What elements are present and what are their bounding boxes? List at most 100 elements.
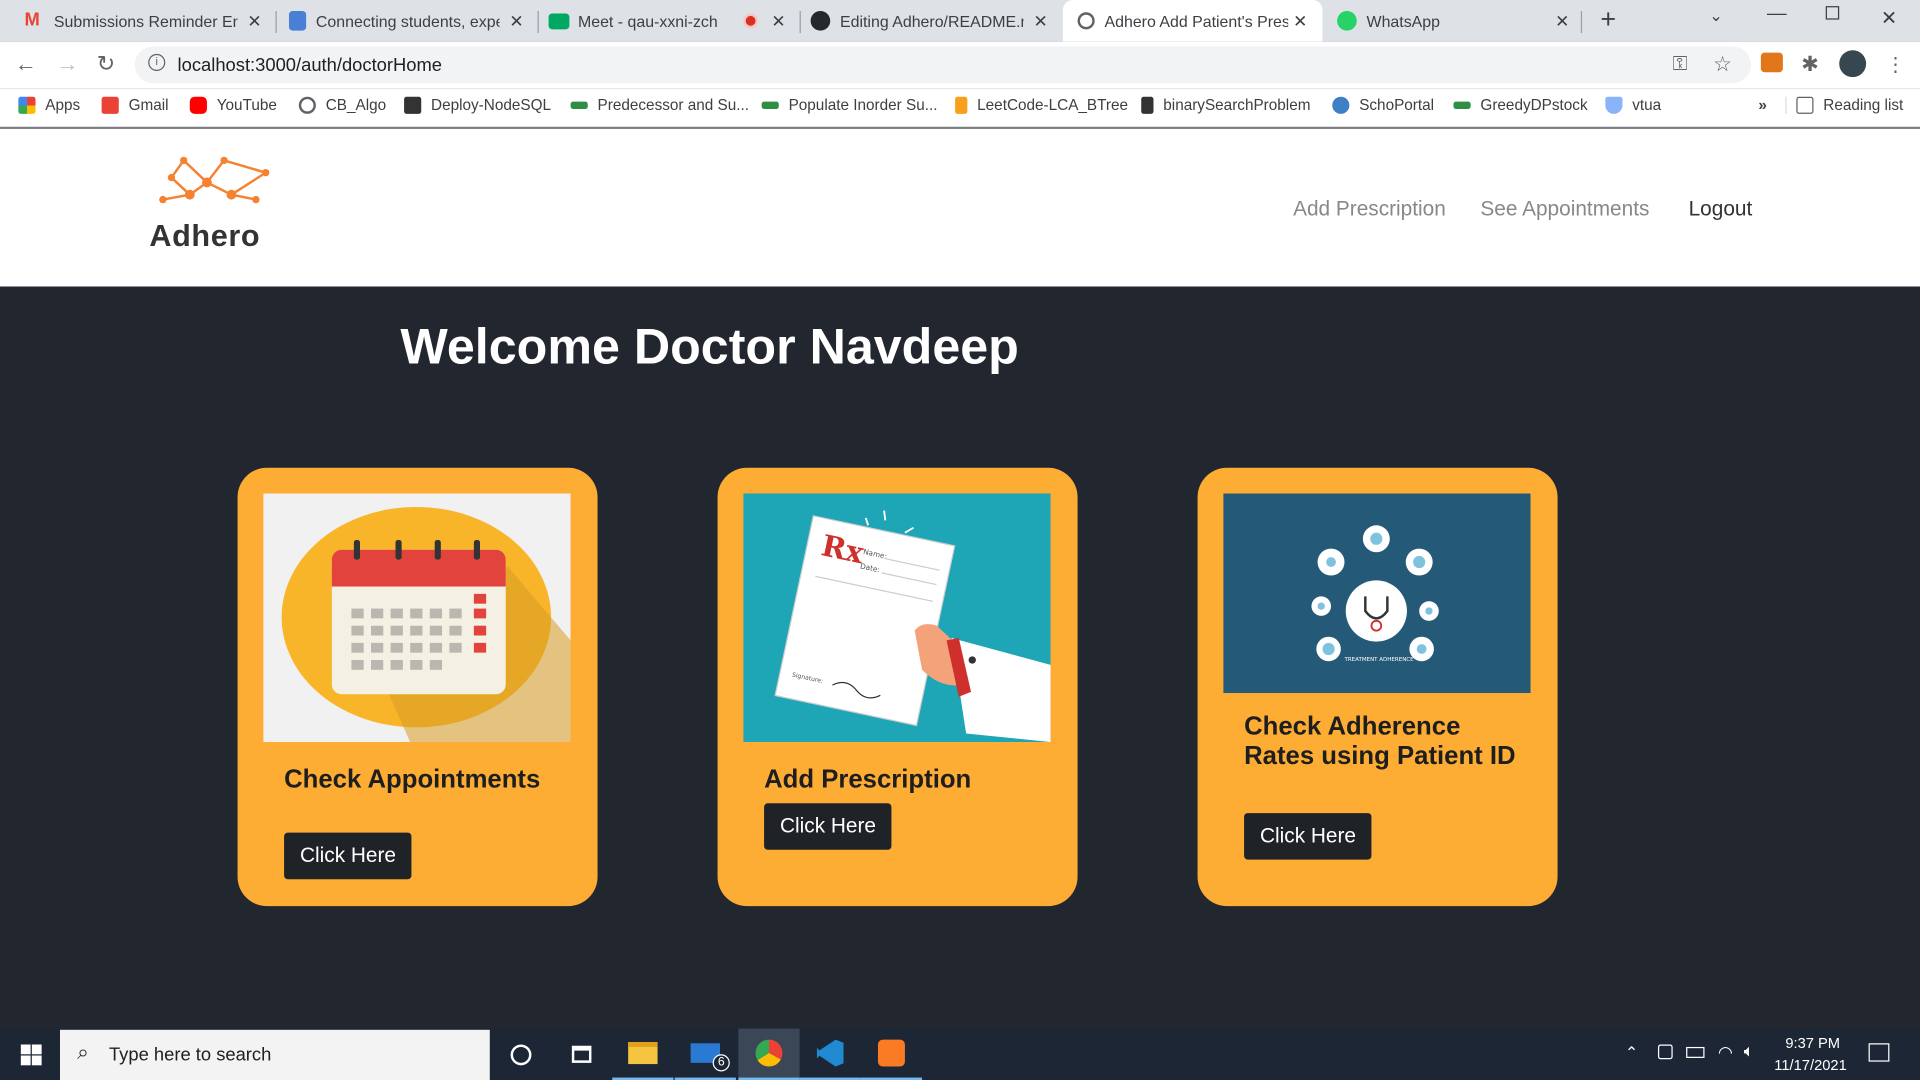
shield-icon <box>1605 96 1623 114</box>
browser-toolbar: ← → ↻ i localhost:3000/auth/doctorHome ⚿… <box>0 41 1920 89</box>
portal-icon <box>1332 96 1350 114</box>
new-tab-button[interactable]: + <box>1600 4 1616 36</box>
code-icon <box>404 96 422 114</box>
volume-icon[interactable]: 🔈︎ <box>1744 1041 1754 1062</box>
xampp-taskbar-button[interactable] <box>860 1029 923 1080</box>
globe-icon <box>1077 12 1095 30</box>
tab-meet[interactable]: Meet - qau-xxni-zch ✕ <box>524 0 801 42</box>
card-check-appointments: Check Appointments Click Here <box>237 467 598 907</box>
taskbar-search-box[interactable]: ⌕ Type here to search <box>60 1029 490 1080</box>
folder-icon <box>628 1042 658 1065</box>
windows-start-button[interactable] <box>0 1029 61 1080</box>
recording-icon <box>743 13 758 29</box>
minimize-button[interactable]: — <box>1767 4 1787 26</box>
bookmark-apps[interactable]: Apps <box>18 96 80 114</box>
task-view-button[interactable] <box>551 1029 612 1080</box>
vscode-taskbar-button[interactable] <box>799 1029 861 1080</box>
calendar-illustration <box>263 493 571 743</box>
menu-kebab-icon[interactable]: ⋮ <box>1886 53 1906 77</box>
clock-date[interactable]: 11/17/2021 <box>1774 1057 1846 1074</box>
bookmark-binary-search[interactable]: binarySearchProblem <box>1141 96 1310 114</box>
windows-taskbar: ⌕ Type here to search 6 ⌃ ◠ 🔈︎ 9:37 PM 1… <box>0 1028 1920 1080</box>
mail-app-button[interactable]: 6 <box>674 1029 736 1080</box>
whatsapp-icon <box>1337 11 1357 31</box>
bookmark-gmail[interactable]: Gmail <box>101 96 169 114</box>
close-icon[interactable]: ✕ <box>771 11 785 31</box>
leetcode-icon <box>955 96 968 114</box>
bookmark-predecessor[interactable]: Predecessor and Su... <box>570 97 749 114</box>
tab-gmail[interactable]: M Submissions Reminder Ema ✕ <box>0 0 277 42</box>
gmail-icon: M <box>24 9 40 31</box>
window-close-button[interactable]: ✕ <box>1881 6 1897 30</box>
nav-see-appointments[interactable]: See Appointments <box>1480 197 1649 221</box>
tab-github[interactable]: Editing Adhero/README.m ✕ <box>786 0 1063 42</box>
add-prescription-button[interactable]: Click Here <box>764 803 892 850</box>
treatment-adherence-caption: TREATMENT ADHERENCE <box>1344 657 1415 663</box>
key-icon[interactable]: ⚿ <box>1673 54 1688 76</box>
wifi-icon[interactable]: ◠ <box>1718 1042 1733 1063</box>
chrome-icon <box>755 1039 783 1067</box>
card-title: Check Adherence Rates using Patient ID <box>1244 712 1516 771</box>
reload-icon[interactable]: ↻ <box>97 51 115 75</box>
bookmark-populate-inorder[interactable]: Populate Inorder Su... <box>761 97 937 114</box>
metamask-icon[interactable] <box>1760 52 1783 73</box>
close-icon[interactable]: ✕ <box>1033 11 1047 31</box>
tab-search-icon[interactable]: ⌄ <box>1709 6 1722 26</box>
close-icon[interactable]: ✕ <box>1293 11 1307 31</box>
extensions-icon[interactable]: ✱ <box>1801 53 1818 77</box>
tab-connecting[interactable]: Connecting students, exper ✕ <box>262 0 539 42</box>
tab-whatsapp[interactable]: WhatsApp ✕ <box>1322 0 1583 42</box>
leetcode-icon <box>1141 96 1154 114</box>
url-text[interactable]: localhost:3000/auth/doctorHome <box>178 55 442 76</box>
check-adherence-button[interactable]: Click Here <box>1244 813 1372 860</box>
clock-time[interactable]: 9:37 PM <box>1785 1035 1840 1052</box>
card-title: Add Prescription <box>764 765 972 794</box>
app-navbar: Adhero Add Prescription See Appointments… <box>0 128 1920 287</box>
battery-icon[interactable] <box>1686 1046 1705 1058</box>
profile-avatar[interactable] <box>1839 50 1867 78</box>
file-explorer-button[interactable] <box>612 1029 674 1080</box>
cortana-button[interactable] <box>490 1029 551 1080</box>
search-icon: ⌕ <box>77 1040 89 1065</box>
docs-icon <box>288 11 307 31</box>
prescription-illustration: Rx Name: Date: Signature: <box>743 493 1051 743</box>
bookmark-youtube[interactable]: YouTube <box>189 96 277 114</box>
github-icon <box>810 11 831 31</box>
info-icon[interactable]: i <box>148 53 166 72</box>
check-appointments-button[interactable]: Click Here <box>284 832 412 880</box>
bookmark-schoportal[interactable]: SchoPortal <box>1332 96 1434 114</box>
bookmark-leetcode-lca[interactable]: LeetCode-LCA_BTree <box>955 96 1128 114</box>
tray-overflow-icon[interactable]: ⌃ <box>1625 1043 1638 1063</box>
bookmark-vtua[interactable]: vtua <box>1605 96 1661 114</box>
forward-arrow-icon[interactable]: → <box>56 51 78 75</box>
back-arrow-icon[interactable]: ← <box>15 51 37 75</box>
cortana-circle-icon <box>510 1043 531 1065</box>
tab-adhero[interactable]: Adhero Add Patient's Presc ✕ <box>1062 0 1323 42</box>
bookmark-cb-algo[interactable]: CB_Algo <box>298 96 386 114</box>
bookmark-star-icon[interactable]: ☆ <box>1713 53 1732 77</box>
bookmark-greedy-dp[interactable]: GreedyDPstock <box>1453 97 1588 114</box>
notifications-icon[interactable] <box>1868 1043 1890 1062</box>
adhero-logo-icon[interactable] <box>153 156 275 217</box>
close-icon[interactable]: ✕ <box>247 11 261 31</box>
apps-grid-icon <box>18 96 36 114</box>
address-bar[interactable]: i localhost:3000/auth/doctorHome ⚿ ☆ <box>134 46 1752 84</box>
vscode-icon <box>816 1039 844 1067</box>
dashboard-main: Welcome Doctor Navdeep Check Appointment… <box>0 286 1920 1029</box>
nav-add-prescription[interactable]: Add Prescription <box>1293 197 1446 221</box>
reading-list-button[interactable]: Reading list <box>1785 96 1903 114</box>
close-icon[interactable]: ✕ <box>1555 11 1569 31</box>
bookmarks-overflow-button[interactable]: » <box>1758 97 1767 114</box>
nav-logout[interactable]: Logout <box>1689 197 1753 221</box>
task-view-icon <box>571 1045 592 1063</box>
chrome-taskbar-button[interactable] <box>738 1028 800 1080</box>
restore-button[interactable] <box>1825 6 1840 20</box>
reading-list-icon <box>1796 96 1814 114</box>
youtube-icon <box>189 96 207 114</box>
card-title: Check Appointments <box>284 765 541 794</box>
close-icon[interactable]: ✕ <box>509 11 523 31</box>
bookmark-deploy-nodesql[interactable]: Deploy-NodeSQL <box>404 96 551 114</box>
meet-now-icon[interactable] <box>1657 1044 1673 1060</box>
gfg-icon <box>761 101 779 109</box>
logo-text[interactable]: Adhero <box>149 219 260 255</box>
